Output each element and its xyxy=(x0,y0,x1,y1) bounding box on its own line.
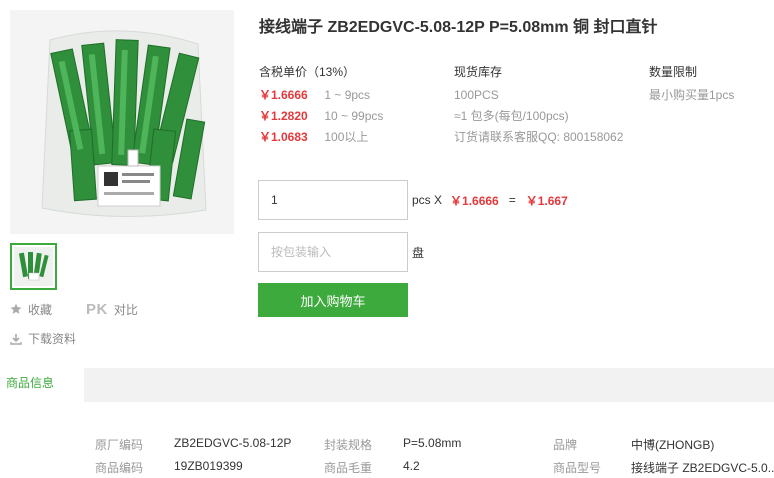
download-icon xyxy=(10,333,22,345)
spec-key: 商品编码 xyxy=(95,461,144,475)
tier-range: 100以上 xyxy=(324,130,369,144)
spec-key: 封装规格 xyxy=(324,438,373,452)
product-title: 接线端子 ZB2EDGVC-5.08-12P P=5.08mm 铜 封口直针 xyxy=(259,19,658,36)
limit-line: 最小购买量1pcs xyxy=(649,88,735,102)
spec-key: 品牌 xyxy=(553,438,578,452)
spec-key: 商品型号 xyxy=(553,461,602,475)
equals-sign: = xyxy=(508,193,516,207)
detail-tabbar: 商品信息 xyxy=(0,368,774,402)
tier-price: ￥1.0683 xyxy=(259,130,308,144)
spec-value: 中博(ZHONGB) xyxy=(631,438,715,452)
add-to-cart-button[interactable]: 加入购物车 xyxy=(258,283,408,317)
stock-line: 订货请联系客服QQ: 800158062 xyxy=(454,130,624,144)
limit-header: 数量限制 xyxy=(649,65,698,79)
tier-price: ￥1.6666 xyxy=(259,88,308,102)
product-gallery xyxy=(10,10,234,290)
product-photo-illustration xyxy=(10,10,234,234)
stock-line: 100PCS xyxy=(454,88,499,102)
favorite-button[interactable]: 收藏 xyxy=(10,301,52,318)
pricing-header: 含税单价（13%） xyxy=(259,65,356,79)
spec-value: P=5.08mm xyxy=(403,436,462,450)
quantity-row: pcs X ￥1.6666 = ￥1.667 xyxy=(258,180,568,220)
stock-line: ≈1 包多(每包/100pcs) xyxy=(454,109,569,123)
spec-row: 商品编码 19ZB019399 商品毛重 4.2 商品型号 接线端子 ZB2ED… xyxy=(95,457,774,478)
pack-unit: 盘 xyxy=(412,245,425,260)
pack-input[interactable] xyxy=(258,232,408,272)
pack-row: 盘 xyxy=(258,232,424,272)
tab-product-info[interactable]: 商品信息 xyxy=(0,368,84,402)
compare-label: 对比 xyxy=(113,302,138,317)
tier-price: ￥1.2820 xyxy=(259,109,308,123)
product-side-actions: 收藏 PK 对比 下载资料 xyxy=(10,300,234,347)
price-tier-row: ￥1.2820 10 ~ 99pcs xyxy=(259,107,383,125)
stock-header: 现货库存 xyxy=(454,65,503,79)
spec-value: 19ZB019399 xyxy=(174,459,243,473)
download-datasheet-button[interactable]: 下载资料 xyxy=(10,330,234,347)
spec-table: 原厂编码 ZB2EDGVC-5.08-12P 封装规格 P=5.08mm 品牌 … xyxy=(95,434,774,478)
stock-column: 现货库存 100PCS ≈1 包多(每包/100pcs) 订货请联系客服QQ: … xyxy=(454,63,623,149)
tier-range: 1 ~ 9pcs xyxy=(324,88,371,102)
star-icon xyxy=(10,303,22,314)
unit-price: ￥1.6666 xyxy=(450,193,499,208)
product-thumbnail[interactable] xyxy=(10,243,57,290)
spec-value: ZB2EDGVC-5.08-12P xyxy=(174,436,292,450)
spec-key: 原厂编码 xyxy=(95,438,144,452)
spec-key: 商品毛重 xyxy=(324,461,373,475)
pricing-column: 含税单价（13%） ￥1.6666 1 ~ 9pcs ￥1.2820 10 ~ … xyxy=(259,63,383,149)
limit-column: 数量限制 最小购买量1pcs xyxy=(649,63,734,107)
tier-range: 10 ~ 99pcs xyxy=(324,109,384,123)
spec-row: 原厂编码 ZB2EDGVC-5.08-12P 封装规格 P=5.08mm 品牌 … xyxy=(95,434,774,457)
spec-value: 接线端子 ZB2EDGVC-5.0... xyxy=(631,461,774,475)
product-main-image[interactable] xyxy=(10,10,234,234)
compare-button[interactable]: PK 对比 xyxy=(52,301,138,318)
pk-label: PK xyxy=(86,300,108,318)
quantity-unit: pcs X xyxy=(412,193,443,207)
quantity-input[interactable] xyxy=(258,180,408,220)
favorite-label: 收藏 xyxy=(28,302,53,317)
price-tier-row: ￥1.0683 100以上 xyxy=(259,128,383,146)
price-tier-row: ￥1.6666 1 ~ 9pcs xyxy=(259,86,383,104)
total-price: ￥1.667 xyxy=(525,193,568,208)
spec-value: 4.2 xyxy=(403,459,420,473)
thumbnail-illustration xyxy=(14,247,53,286)
download-label: 下载资料 xyxy=(28,332,77,346)
